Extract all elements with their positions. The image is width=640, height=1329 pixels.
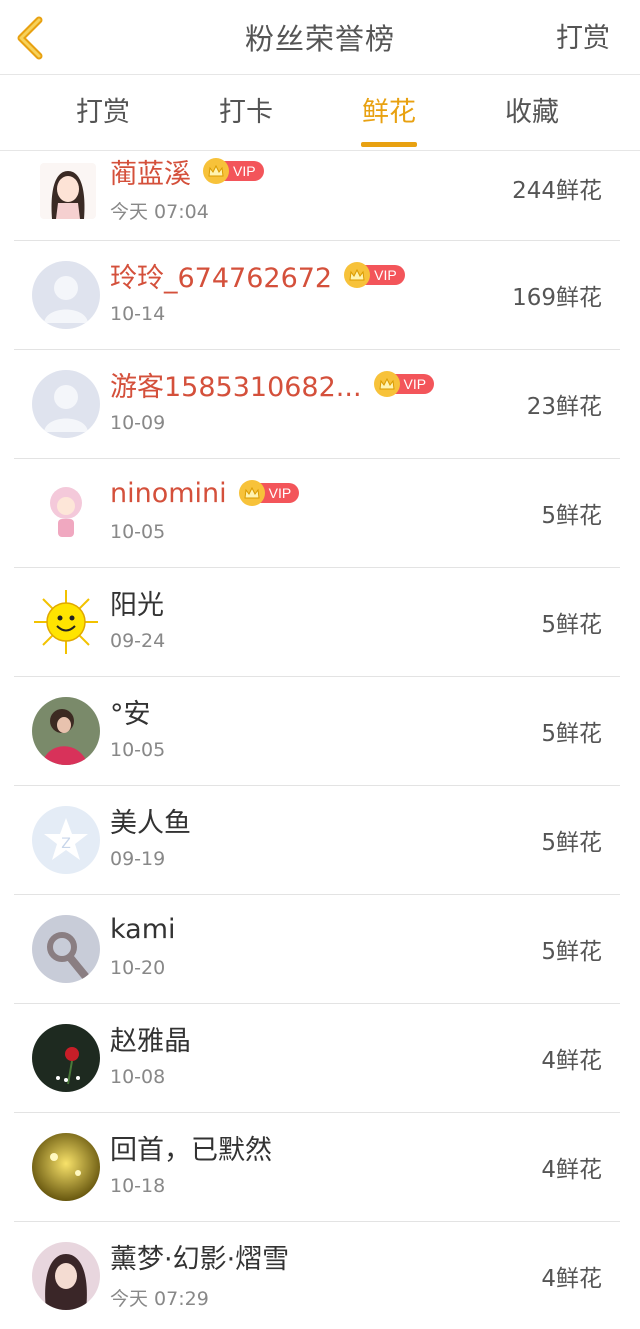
tab-bar: 打赏 打卡 鲜花 收藏 — [0, 75, 640, 151]
date-text: 10-05 — [110, 739, 166, 761]
user-name[interactable]: 玲玲_674762672 — [110, 256, 332, 295]
list-item[interactable]: 赵雅晶 10-08 4鲜花 — [14, 1004, 620, 1113]
avatar[interactable] — [32, 261, 100, 329]
date-text: 10-14 — [110, 303, 166, 325]
tab-reward[interactable]: 打赏 — [43, 75, 163, 151]
vip-badge: VIP — [238, 480, 300, 506]
tab-checkin[interactable]: 打卡 — [186, 75, 306, 151]
tab-label: 鲜花 — [362, 97, 416, 128]
fan-ranking-list: 蔺蓝溪 VIP 今天 07:04 244鲜花玲玲_674762672 VIP 10-14 1… — [0, 151, 640, 1329]
flower-count: 5鲜花 — [541, 503, 602, 529]
vip-tag: VIP — [364, 265, 405, 285]
avatar[interactable]: Z — [32, 806, 100, 874]
name-line: 薰梦·幻影·熠雪 — [110, 1236, 289, 1276]
name-line: °安 — [110, 691, 151, 731]
date-text: 10-09 — [110, 412, 166, 434]
flower-count: 4鲜花 — [541, 1048, 602, 1074]
tab-underline — [361, 142, 417, 147]
date-text: 09-19 — [110, 848, 166, 870]
user-name[interactable]: °安 — [110, 692, 151, 731]
date-text: 今天 07:04 — [110, 201, 209, 223]
name-line: 美人鱼 — [110, 800, 191, 840]
list-item[interactable]: °安 10-05 5鲜花 — [14, 677, 620, 786]
crown-icon — [238, 480, 265, 506]
list-item[interactable]: 游客1585310682... VIP 10-09 23鲜花 — [14, 350, 620, 459]
user-name[interactable]: 回首，已默然 — [110, 1128, 272, 1167]
flower-count: 4鲜花 — [541, 1157, 602, 1183]
list-item[interactable]: 蔺蓝溪 VIP 今天 07:04 244鲜花 — [14, 151, 620, 241]
name-line: 蔺蓝溪 VIP — [110, 151, 264, 191]
flower-count: 5鲜花 — [541, 830, 602, 856]
tab-flowers[interactable]: 鲜花 — [329, 75, 449, 151]
crown-icon — [373, 371, 400, 397]
date-text: 10-05 — [110, 521, 166, 543]
vip-badge: VIP — [203, 158, 264, 184]
avatar[interactable] — [32, 1242, 100, 1310]
tab-label: 打赏 — [76, 97, 130, 128]
list-item[interactable]: 回首，已默然 10-18 4鲜花 — [14, 1113, 620, 1222]
name-line: ninomini VIP — [110, 473, 300, 513]
list-item[interactable]: 薰梦·幻影·熠雪今天 07:29 4鲜花 — [14, 1222, 620, 1329]
top-bar: 粉丝荣誉榜 打赏 — [0, 0, 640, 75]
user-name[interactable]: 赵雅晶 — [110, 1019, 191, 1058]
avatar[interactable] — [32, 1133, 100, 1201]
name-line: 阳光 — [110, 582, 164, 622]
flower-count: 244鲜花 — [512, 178, 602, 204]
vip-badge: VIP — [344, 262, 405, 288]
tab-favorites[interactable]: 收藏 — [472, 75, 592, 151]
avatar[interactable] — [32, 370, 100, 438]
date-text: 10-18 — [110, 1175, 166, 1197]
svg-text:Z: Z — [61, 836, 71, 852]
crown-icon — [344, 262, 371, 288]
vip-tag: VIP — [258, 483, 300, 503]
avatar[interactable] — [40, 163, 96, 219]
reward-button[interactable]: 打赏 — [556, 0, 610, 75]
crown-icon — [203, 158, 229, 184]
user-name[interactable]: ninomini — [110, 478, 227, 509]
list-item[interactable]: 玲玲_674762672 VIP 10-14 169鲜花 — [14, 241, 620, 350]
date-text: 10-20 — [110, 957, 166, 979]
user-name[interactable]: kami — [110, 914, 176, 945]
avatar[interactable] — [32, 479, 100, 547]
tab-label: 打卡 — [219, 97, 273, 128]
name-line: 游客1585310682... VIP — [110, 364, 435, 404]
date-text: 09-24 — [110, 630, 166, 652]
user-name[interactable]: 蔺蓝溪 — [110, 152, 191, 191]
list-item[interactable]: Z 美人鱼 09-19 5鲜花 — [14, 786, 620, 895]
name-line: kami — [110, 909, 176, 949]
flower-count: 169鲜花 — [512, 285, 602, 311]
flower-count: 5鲜花 — [541, 612, 602, 638]
name-line: 回首，已默然 — [110, 1127, 272, 1167]
avatar[interactable] — [32, 915, 100, 983]
name-line: 玲玲_674762672 VIP — [110, 255, 405, 295]
user-name[interactable]: 美人鱼 — [110, 801, 191, 840]
avatar[interactable] — [32, 588, 100, 656]
vip-badge: VIP — [373, 371, 435, 397]
vip-tag: VIP — [223, 161, 264, 181]
flower-count: 5鲜花 — [541, 939, 602, 965]
tab-label: 收藏 — [505, 97, 559, 128]
flower-count: 5鲜花 — [541, 721, 602, 747]
user-name[interactable]: 游客1585310682... — [110, 365, 362, 404]
flower-count: 4鲜花 — [541, 1266, 602, 1292]
page-title: 粉丝荣誉榜 — [244, 22, 395, 56]
list-item[interactable]: ninomini VIP 10-05 5鲜花 — [14, 459, 620, 568]
user-name[interactable]: 阳光 — [110, 583, 164, 622]
name-line: 赵雅晶 — [110, 1018, 191, 1058]
flower-count: 23鲜花 — [526, 394, 602, 420]
list-item[interactable]: 阳光 09-24 5鲜花 — [14, 568, 620, 677]
avatar[interactable] — [32, 1024, 100, 1092]
vip-tag: VIP — [393, 374, 435, 394]
list-item[interactable]: kami 10-20 5鲜花 — [14, 895, 620, 1004]
avatar[interactable] — [32, 697, 100, 765]
date-text: 10-08 — [110, 1066, 166, 1088]
date-text: 今天 07:29 — [110, 1288, 209, 1310]
user-name[interactable]: 薰梦·幻影·熠雪 — [110, 1237, 289, 1276]
